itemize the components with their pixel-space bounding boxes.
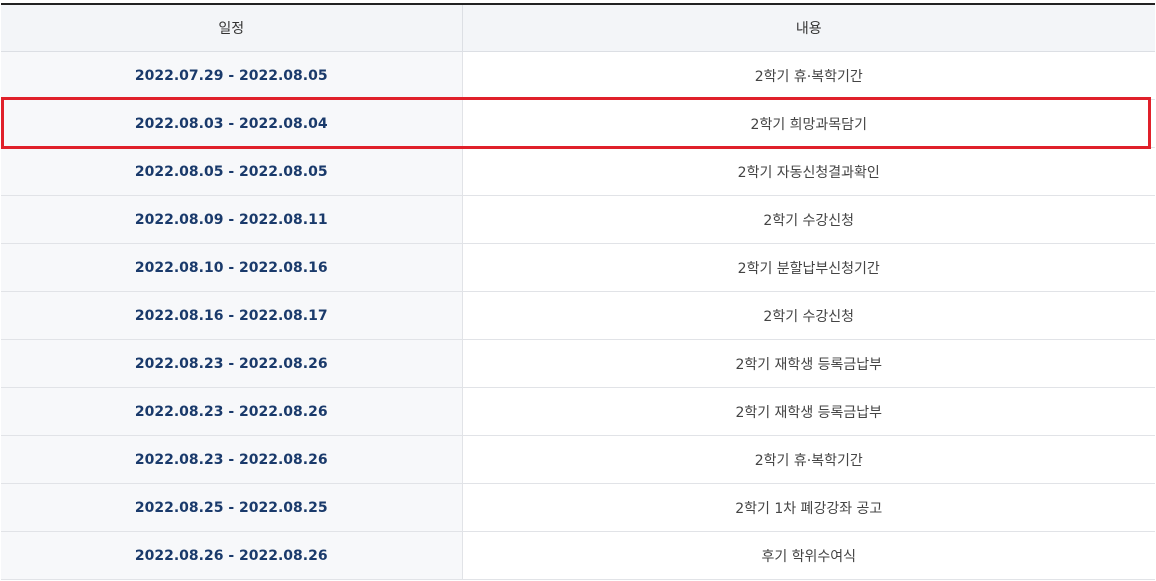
academic-schedule-table: 일정 내용 2022.07.29 - 2022.08.05 2학기 휴·복학기간… [1, 3, 1155, 580]
schedule-date: 2022.08.10 - 2022.08.16 [1, 243, 463, 292]
schedule-date: 2022.08.16 - 2022.08.17 [1, 291, 463, 340]
content-column-header: 내용 [462, 4, 1155, 52]
schedule-content: 2학기 수강신청 [462, 291, 1155, 340]
table-row: 2022.08.23 - 2022.08.26 2학기 휴·복학기간 [1, 435, 1155, 484]
table-body: 2022.07.29 - 2022.08.05 2학기 휴·복학기간 2022.… [1, 51, 1155, 580]
schedule-date: 2022.08.23 - 2022.08.26 [1, 339, 463, 388]
table-row: 2022.08.23 - 2022.08.26 2학기 재학생 등록금납부 [1, 387, 1155, 436]
schedule-content: 2학기 1차 폐강강좌 공고 [462, 483, 1155, 532]
schedule-content: 2학기 재학생 등록금납부 [462, 387, 1155, 436]
schedule-date: 2022.08.05 - 2022.08.05 [1, 147, 463, 196]
table-row: 2022.08.16 - 2022.08.17 2학기 수강신청 [1, 291, 1155, 340]
schedule-content: 후기 학위수여식 [462, 531, 1155, 580]
schedule-content: 2학기 재학생 등록금납부 [462, 339, 1155, 388]
table-row-highlighted: 2022.08.03 - 2022.08.04 2학기 희망과목담기 [1, 99, 1155, 148]
table-row: 2022.08.25 - 2022.08.25 2학기 1차 폐강강좌 공고 [1, 483, 1155, 532]
header-row: 일정 내용 [1, 4, 1155, 52]
schedule-date: 2022.08.23 - 2022.08.26 [1, 387, 463, 436]
schedule-date: 2022.08.26 - 2022.08.26 [1, 531, 463, 580]
table-row: 2022.08.26 - 2022.08.26 후기 학위수여식 [1, 531, 1155, 580]
table-header: 일정 내용 [1, 4, 1155, 52]
schedule-container: 일정 내용 2022.07.29 - 2022.08.05 2학기 휴·복학기간… [0, 0, 1156, 581]
schedule-content: 2학기 자동신청결과확인 [462, 147, 1155, 196]
table-row: 2022.08.09 - 2022.08.11 2학기 수강신청 [1, 195, 1155, 244]
schedule-content: 2학기 희망과목담기 [462, 99, 1155, 148]
schedule-content: 2학기 수강신청 [462, 195, 1155, 244]
table-row: 2022.07.29 - 2022.08.05 2학기 휴·복학기간 [1, 51, 1155, 100]
table-row: 2022.08.05 - 2022.08.05 2학기 자동신청결과확인 [1, 147, 1155, 196]
schedule-date: 2022.08.25 - 2022.08.25 [1, 483, 463, 532]
schedule-content: 2학기 휴·복학기간 [462, 435, 1155, 484]
schedule-content: 2학기 분할납부신청기간 [462, 243, 1155, 292]
schedule-date: 2022.07.29 - 2022.08.05 [1, 51, 463, 100]
table-row: 2022.08.23 - 2022.08.26 2학기 재학생 등록금납부 [1, 339, 1155, 388]
schedule-date: 2022.08.23 - 2022.08.26 [1, 435, 463, 484]
schedule-date: 2022.08.09 - 2022.08.11 [1, 195, 463, 244]
date-column-header: 일정 [1, 4, 463, 52]
schedule-content: 2학기 휴·복학기간 [462, 51, 1155, 100]
schedule-date: 2022.08.03 - 2022.08.04 [1, 99, 463, 148]
table-row: 2022.08.10 - 2022.08.16 2학기 분할납부신청기간 [1, 243, 1155, 292]
